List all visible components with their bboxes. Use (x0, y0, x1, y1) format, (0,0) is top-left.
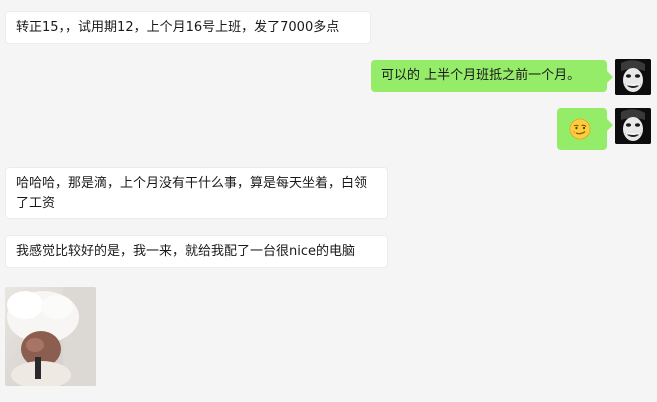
my-avatar[interactable] (615, 59, 651, 95)
incoming-image-message[interactable] (5, 287, 96, 386)
joker-face-avatar-icon (615, 59, 651, 95)
outgoing-emoji-bubble[interactable] (557, 108, 613, 150)
fluffy-pet-photo-image (5, 287, 96, 386)
incoming-message-bubble[interactable]: 转正15，，试用期12，上个月16号上班，发了7000多点 (5, 11, 371, 44)
message-text: 可以的 上半个月班抵之前一个月。 (381, 68, 581, 83)
incoming-message-bubble[interactable]: 哈哈哈，那是滴，上个月没有干什么事，算是每天坐着，白领了工资 (5, 167, 388, 219)
smirk-face-emoji-icon (569, 118, 591, 140)
message-text: 转正15，，试用期12，上个月16号上班，发了7000多点 (16, 20, 340, 35)
joker-face-avatar-icon (615, 108, 651, 144)
outgoing-message-bubble[interactable]: 可以的 上半个月班抵之前一个月。 (371, 60, 613, 92)
my-avatar[interactable] (615, 108, 651, 144)
incoming-message-bubble[interactable]: 我感觉比较好的是，我一来，就给我配了一台很nice的电脑 (5, 235, 388, 268)
chat-message-list: 转正15，，试用期12，上个月16号上班，发了7000多点 可以的 上半个月班抵… (0, 0, 657, 402)
message-text: 哈哈哈，那是滴，上个月没有干什么事，算是每天坐着，白领了工资 (16, 176, 368, 211)
message-text: 我感觉比较好的是，我一来，就给我配了一台很nice的电脑 (16, 244, 355, 259)
